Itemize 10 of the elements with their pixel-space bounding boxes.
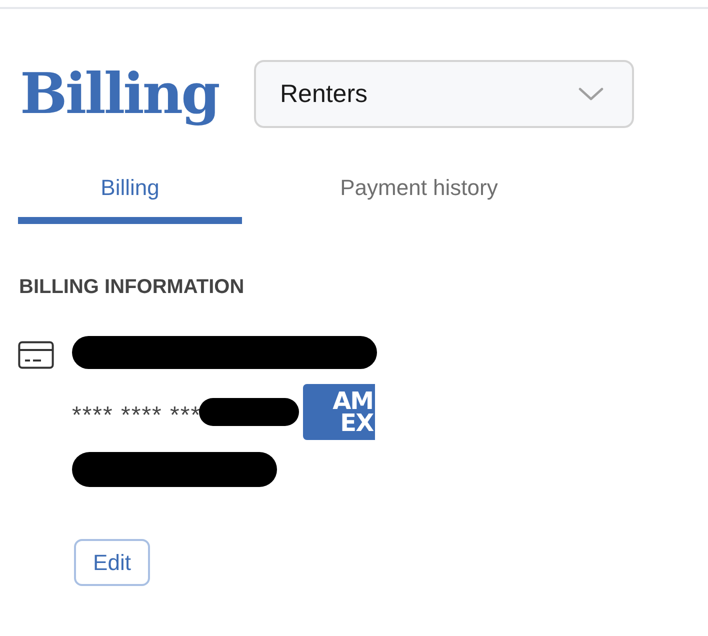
page-title: Billing: [20, 60, 220, 129]
account-dropdown[interactable]: Renters: [254, 60, 634, 128]
card-brand-logo: AM EX: [303, 384, 376, 440]
section-heading: BILLING INFORMATION: [19, 276, 246, 299]
chevron-down-icon: [578, 87, 604, 101]
card-number: **** **** ***: [72, 401, 202, 430]
tab[interactable]: Payment history: [242, 175, 596, 224]
tab[interactable]: Billing: [18, 175, 242, 224]
credit-card-icon: [18, 341, 54, 369]
edit-button[interactable]: Edit: [74, 539, 150, 586]
